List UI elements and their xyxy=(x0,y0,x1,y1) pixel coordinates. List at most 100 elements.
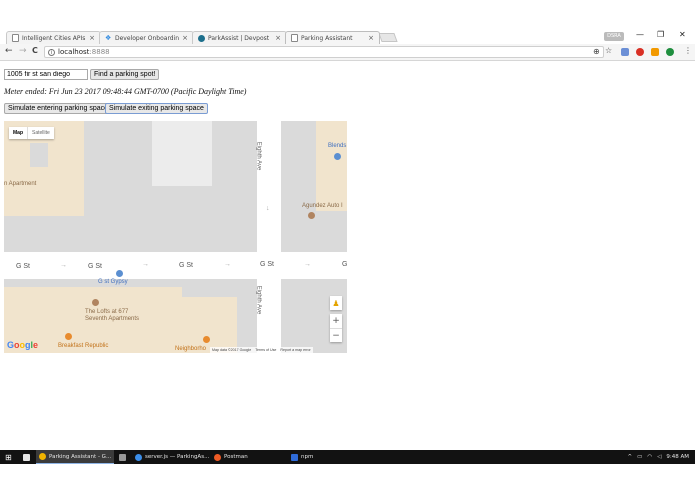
simulate-exiting-button[interactable]: Simulate exiting parking space xyxy=(105,103,208,114)
place-label[interactable]: Neighborho xyxy=(175,346,206,352)
one-way-arrow-icon: → xyxy=(142,261,149,268)
street-label: G St xyxy=(88,263,103,270)
address-input[interactable] xyxy=(4,69,88,80)
tab-title: ParkAssist | Devpost xyxy=(208,34,270,42)
terms-link[interactable]: Terms of Use xyxy=(255,347,276,353)
postman-icon xyxy=(214,453,221,461)
street-label: G xyxy=(342,261,347,268)
forward-button[interactable]: → xyxy=(19,46,27,56)
dropbox-icon: ❖ xyxy=(105,34,112,42)
window-top-margin xyxy=(0,0,695,30)
taskbar-item-terminal[interactable] xyxy=(116,450,129,464)
tab-close-icon[interactable]: × xyxy=(182,34,188,42)
residential-area xyxy=(316,121,347,211)
tab-parking-assistant[interactable]: Parking Assistant × xyxy=(285,31,380,44)
tab-parkassist-devpost[interactable]: ParkAssist | Devpost × xyxy=(192,31,287,44)
restaurant-icon[interactable] xyxy=(203,336,210,343)
address-bar[interactable]: i localhost :8888 xyxy=(44,46,604,58)
windows-icon: ⊞ xyxy=(5,452,12,462)
shop-icon[interactable] xyxy=(308,212,315,219)
residential-area xyxy=(182,297,237,353)
tab-developer-onboarding[interactable]: ❖ Developer Onboarding × xyxy=(99,31,194,44)
place-label[interactable]: The Lofts at 677 xyxy=(85,309,128,315)
taskbar-item-postman[interactable]: Postman xyxy=(211,450,285,464)
simulate-entering-button[interactable]: Simulate entering parking space xyxy=(4,103,113,114)
zoom-control[interactable]: + − xyxy=(330,314,342,342)
tab-strip: Intelligent Cities APIs - I × ❖ Develope… xyxy=(0,30,695,44)
taskbar-item-label: Parking Assistant - G... xyxy=(49,453,112,460)
map-type-control[interactable]: Map Satellite xyxy=(9,127,54,139)
one-way-arrow-icon: → xyxy=(224,261,231,268)
terminal-icon xyxy=(119,453,126,461)
zoom-in-button[interactable]: + xyxy=(330,314,342,328)
pegman-icon[interactable]: ♟ xyxy=(330,296,342,310)
place-label[interactable]: Blends xyxy=(328,143,346,149)
extension-icon[interactable] xyxy=(666,48,674,56)
battery-icon[interactable]: ▭ xyxy=(637,454,642,460)
taskbar-item-label: npm xyxy=(301,454,314,460)
google-logo-letter: e xyxy=(33,340,39,350)
volume-icon[interactable]: ◁ xyxy=(657,454,661,460)
google-map[interactable]: G St G St G St G St G → → → → ↓ Eighth A… xyxy=(4,121,347,353)
chrome-icon xyxy=(39,453,46,460)
maximize-button[interactable]: ❐ xyxy=(657,30,664,39)
new-tab-button[interactable] xyxy=(378,33,398,42)
place-label[interactable]: G st Gypsy xyxy=(98,279,128,285)
map-data-text: Map data ©2017 Google xyxy=(212,348,252,352)
file-explorer-button[interactable] xyxy=(20,450,33,464)
url-port: :8888 xyxy=(89,48,110,56)
g-st-road xyxy=(4,252,347,279)
page-icon xyxy=(291,34,298,42)
restaurant-icon[interactable] xyxy=(65,333,72,340)
bookmark-star-icon[interactable]: ☆ xyxy=(605,46,612,55)
minimize-button[interactable]: — xyxy=(636,30,644,39)
tab-close-icon[interactable]: × xyxy=(275,34,281,42)
extension-icon[interactable] xyxy=(651,48,659,56)
url-host: localhost xyxy=(58,48,90,56)
taskbar-item-vscode[interactable]: server.js — ParkingAs... xyxy=(132,450,209,464)
map-type-map[interactable]: Map xyxy=(9,127,27,139)
street-label: G St xyxy=(179,262,194,269)
apartment-icon[interactable] xyxy=(92,299,99,306)
place-label[interactable]: Seventh Apartments xyxy=(85,316,139,322)
tab-close-icon[interactable]: × xyxy=(89,34,95,42)
street-label: G St xyxy=(16,263,31,270)
zoom-out-button[interactable]: − xyxy=(330,328,342,342)
google-logo-letter: G xyxy=(7,340,15,350)
tab-intelligent-cities[interactable]: Intelligent Cities APIs - I × xyxy=(6,31,101,44)
close-window-button[interactable]: ✕ xyxy=(679,30,686,39)
one-way-arrow-icon: → xyxy=(304,261,311,268)
reload-button[interactable]: C xyxy=(32,46,38,55)
devpost-icon xyxy=(198,34,205,42)
cafe-icon[interactable] xyxy=(334,153,341,160)
start-button[interactable]: ⊞ xyxy=(2,450,15,464)
taskbar-item-label: Postman xyxy=(224,454,248,460)
map-attribution: Map data ©2017 Google Terms of Use Repor… xyxy=(210,347,313,353)
profile-button[interactable]: DSRA xyxy=(604,32,624,41)
info-icon[interactable]: i xyxy=(48,48,55,56)
cmd-icon xyxy=(291,453,298,461)
clock[interactable]: 9:48 AM xyxy=(666,454,689,460)
building xyxy=(152,121,212,186)
report-error-link[interactable]: Report a map error xyxy=(280,347,310,353)
taskbar-item-npm[interactable]: npm xyxy=(288,450,364,464)
tab-close-icon[interactable]: × xyxy=(368,34,374,42)
location-icon[interactable]: ⊕ xyxy=(593,47,600,56)
taskbar-item-chrome[interactable]: Parking Assistant - G... xyxy=(36,450,114,464)
map-type-satellite[interactable]: Satellite xyxy=(27,127,54,139)
menu-icon[interactable]: ⋮ xyxy=(684,46,692,55)
wifi-icon[interactable]: ◠ xyxy=(647,454,652,460)
place-label[interactable]: Agundez Auto I xyxy=(302,203,343,209)
back-button[interactable]: ← xyxy=(5,46,13,56)
tab-title: Parking Assistant xyxy=(301,34,353,42)
place-label[interactable]: Breakfast Republic xyxy=(58,343,108,349)
street-label: Eighth Ave xyxy=(255,285,262,315)
find-parking-button[interactable]: Find a parking spot! xyxy=(90,69,160,80)
folder-icon xyxy=(23,453,30,461)
store-icon[interactable] xyxy=(116,270,123,277)
extension-icon[interactable] xyxy=(621,48,629,56)
tray-overflow-icon[interactable]: ^ xyxy=(628,454,633,460)
adblock-icon[interactable] xyxy=(636,48,644,56)
meter-status-text: Meter ended: Fri Jun 23 2017 09:48:44 GM… xyxy=(4,87,247,96)
one-way-arrow-icon: → xyxy=(60,262,67,269)
